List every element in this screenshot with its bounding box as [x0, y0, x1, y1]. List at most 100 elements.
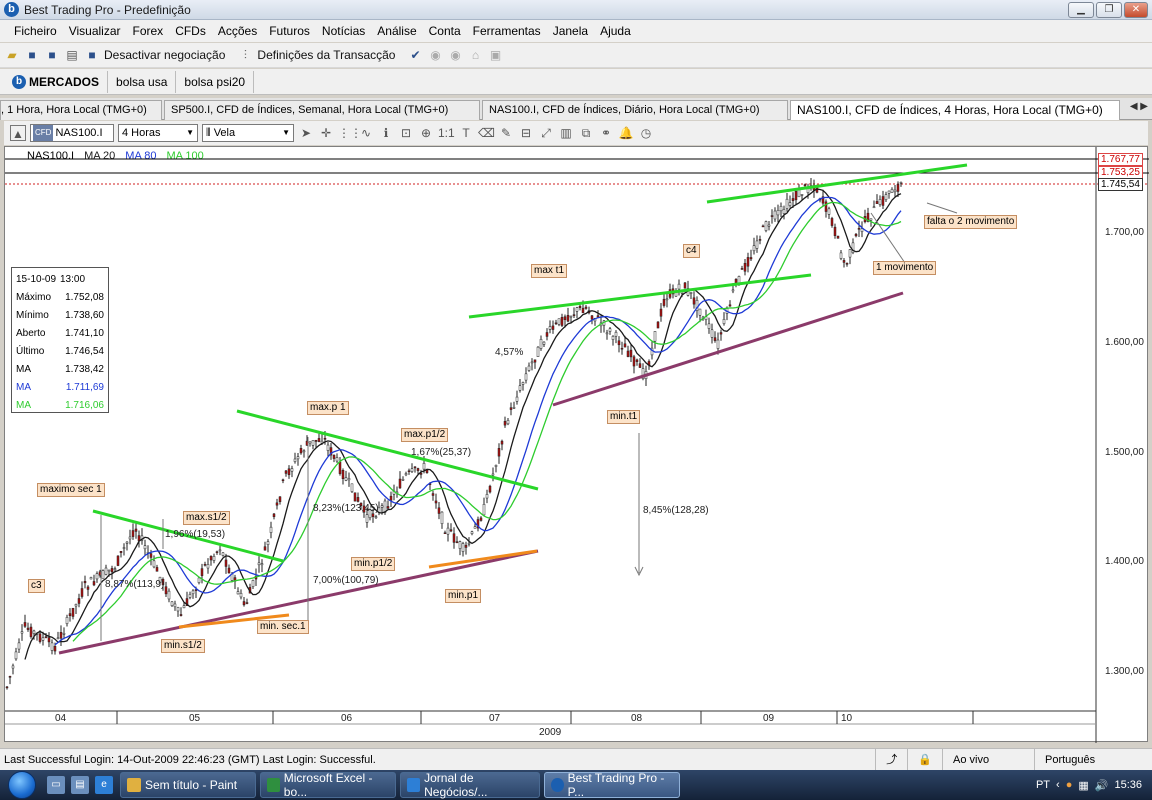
minimize-button[interactable]: ▁ [1068, 2, 1094, 18]
menu-accoes[interactable]: Acções [212, 24, 263, 38]
chart-tab-2[interactable]: SP500.I, CFD de Índices, Semanal, Hora L… [164, 100, 480, 120]
annotation-max-s1-2[interactable]: max.s1/2 [183, 511, 230, 525]
taskbar-excel[interactable]: Microsoft Excel - bo... [260, 771, 396, 799]
annotation-max-t1[interactable]: max t1 [531, 264, 568, 278]
price-chart[interactable] [5, 147, 1149, 743]
transaction-settings-button[interactable]: Definições da Transacção [257, 48, 395, 62]
close-button[interactable]: ✕ [1124, 2, 1148, 18]
tray-expand-icon[interactable]: ‹ [1056, 779, 1060, 791]
menu-conta[interactable]: Conta [423, 24, 467, 38]
annotation-falta-2-movimento[interactable]: falta o 2 movimento [924, 215, 1018, 229]
trendline-orange-2[interactable] [428, 549, 538, 569]
annotation-maximo-sec1[interactable]: maximo sec 1 [37, 483, 105, 497]
annotation-min-p1-2[interactable]: min.p1/2 [351, 557, 396, 571]
trendline-green-p1[interactable] [236, 409, 539, 491]
candle-body [293, 458, 297, 462]
chart-tab-4[interactable]: NAS100.I, CFD de Índices, 4 Horas, Hora … [790, 100, 1120, 120]
trendline-green-t1[interactable] [468, 273, 812, 319]
info-value: 1.738,60 [65, 309, 104, 321]
annotation-min-t1[interactable]: min.t1 [607, 410, 641, 424]
print-icon[interactable]: ▤ [64, 47, 80, 63]
tab-scroll-arrows-icon[interactable]: ◀ ▶ [1130, 101, 1148, 112]
menu-ferramentas[interactable]: Ferramentas [467, 24, 547, 38]
home-icon[interactable]: ⌂ [467, 47, 483, 63]
eraser-icon[interactable]: ⌫ [478, 125, 495, 141]
settings-icon[interactable]: ⫶ [237, 47, 253, 63]
zoom-icon[interactable]: ⊕ [418, 125, 434, 141]
chart-tab-1[interactable]: , 1 Hora, Hora Local (TMG+0) [0, 100, 162, 120]
menu-ficheiro[interactable]: Ficheiro [8, 24, 63, 38]
menu-noticias[interactable]: Notícias [316, 24, 371, 38]
copy-icon[interactable]: ⧉ [578, 125, 594, 141]
deactivate-trading-button[interactable]: Desactivar negociação [104, 48, 225, 62]
pen-icon[interactable]: ✎ [498, 125, 514, 141]
menu-visualizar[interactable]: Visualizar [63, 24, 127, 38]
text-tool-icon[interactable]: T [458, 125, 474, 141]
workspace-tab-bolsa-usa[interactable]: bolsa usa [108, 70, 177, 93]
start-button[interactable] [0, 770, 44, 800]
candle-body [659, 308, 663, 317]
collapse-icon[interactable]: ▲ [10, 125, 26, 141]
restore-button[interactable]: ❐ [1096, 2, 1122, 18]
volume-icon[interactable]: 🔊 [1095, 779, 1109, 792]
one-to-one-icon[interactable]: 1:1 [438, 125, 455, 141]
workspace-tab-bolsa-psi20[interactable]: bolsa psi20 [176, 70, 255, 93]
alert-icon[interactable]: 🔔 [618, 125, 634, 141]
ruler-icon[interactable]: ⊟ [518, 125, 534, 141]
data-window-icon[interactable]: ⊡ [398, 125, 414, 141]
save-icon[interactable]: ■ [24, 47, 40, 63]
indicator-icon[interactable]: ∿ [358, 125, 374, 141]
chart-area[interactable]: NAS100.I MA 20 MA 80 MA 100 15-10-09 13:… [4, 146, 1149, 743]
timeframe-select[interactable]: 4 Horas ▼ [118, 124, 198, 142]
cursor-icon[interactable]: ➤ [298, 125, 314, 141]
taskbar-paint[interactable]: Sem título - Paint [120, 772, 256, 798]
show-desktop-icon[interactable]: ▭ [47, 776, 65, 794]
stop-trading-icon[interactable]: ■ [84, 47, 100, 63]
chart-tab-3[interactable]: NAS100.I, CFD de Índices, Diário, Hora L… [482, 100, 788, 120]
annotation-c3[interactable]: c3 [28, 579, 45, 593]
workspace-tab-mercados[interactable]: b MERCADOS [4, 70, 109, 93]
chart-type-select[interactable]: ⫴ Vela ▼ [202, 124, 294, 142]
annotation-max-p1-2[interactable]: max.p1/2 [401, 428, 449, 442]
annotation-c4[interactable]: c4 [683, 244, 700, 258]
save-template-icon[interactable]: ▥ [558, 125, 574, 141]
grid-icon[interactable]: ⋮⋮ [338, 125, 362, 141]
taskbar-best-trading[interactable]: Best Trading Pro - P... [544, 771, 680, 799]
menu-ajuda[interactable]: Ajuda [594, 24, 637, 38]
menu-janela[interactable]: Janela [547, 24, 594, 38]
history-icon[interactable]: ◷ [638, 125, 654, 141]
annotation-1-movimento[interactable]: 1 movimento [873, 261, 937, 275]
menu-cfds[interactable]: CFDs [169, 24, 212, 38]
forward-icon[interactable]: ◉ [447, 47, 463, 63]
menu-forex[interactable]: Forex [127, 24, 170, 38]
taskbar-browser[interactable]: Jornal de Negócios/... [400, 771, 540, 799]
info-icon[interactable]: ℹ [378, 125, 394, 141]
check-icon[interactable]: ✔ [407, 47, 423, 63]
refresh-icon[interactable]: ▣ [487, 47, 503, 63]
save-all-icon[interactable]: ■ [44, 47, 60, 63]
lock-icon: 🔒 [907, 748, 942, 771]
internet-explorer-icon[interactable]: e [95, 776, 113, 794]
crosshair-icon[interactable]: ✛ [318, 125, 334, 141]
back-icon[interactable]: ◉ [427, 47, 443, 63]
link-icon[interactable]: ⚭ [598, 125, 614, 141]
tray-app-icon[interactable]: ● [1066, 779, 1073, 791]
menu-futuros[interactable]: Futuros [263, 24, 316, 38]
annotation-min-s1-2[interactable]: min.s1/2 [161, 639, 205, 653]
candle-body [338, 461, 342, 474]
expand-icon[interactable]: ⤢ [538, 125, 554, 141]
menu-analise[interactable]: Análise [371, 24, 422, 38]
annotation-max-p1[interactable]: max.p 1 [307, 401, 349, 415]
language-status[interactable]: Português [1034, 748, 1152, 771]
candle-body [500, 440, 504, 445]
symbol-input[interactable]: CFD NAS100.I [30, 124, 114, 142]
candle-body [182, 605, 186, 609]
language-indicator[interactable]: PT [1036, 779, 1050, 791]
candle-body [614, 331, 618, 337]
open-folder-icon[interactable]: ▰ [4, 47, 20, 63]
annotation-min-sec1[interactable]: min. sec.1 [257, 620, 309, 634]
annotation-min-p1[interactable]: min.p1 [445, 589, 482, 603]
switch-windows-icon[interactable]: ▤ [71, 776, 89, 794]
network-icon[interactable]: ▦ [1078, 779, 1088, 792]
clock[interactable]: 15:36 [1114, 779, 1142, 791]
